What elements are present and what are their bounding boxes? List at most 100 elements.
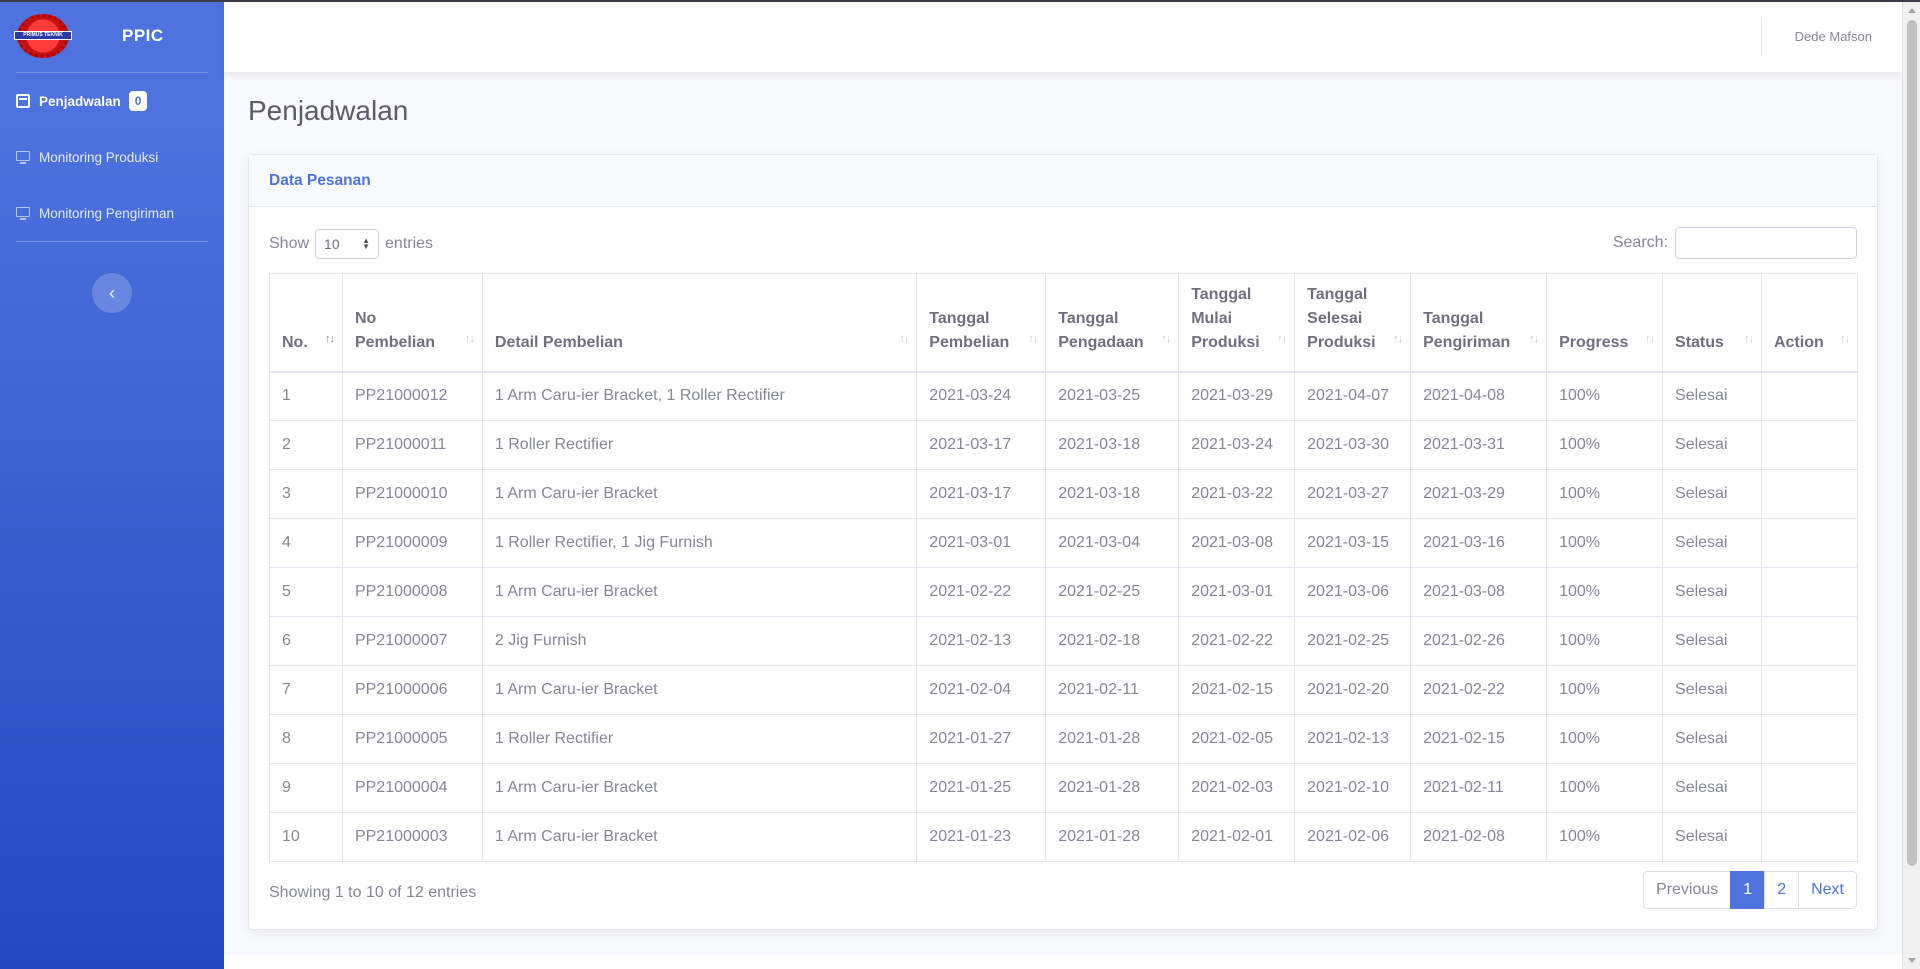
table-cell: Selesai	[1662, 616, 1762, 666]
table-cell: 2021-02-15	[1178, 665, 1296, 715]
brand-name: PPIC	[122, 26, 164, 45]
action-cell[interactable]	[1760, 714, 1859, 764]
previous-page-button[interactable]: Previous	[1643, 871, 1732, 909]
table-cell: 2021-02-01	[1178, 812, 1296, 862]
action-cell[interactable]	[1760, 763, 1859, 813]
action-cell[interactable]	[1760, 518, 1859, 568]
table-cell: PP21000008	[341, 567, 483, 617]
sidebar-brand[interactable]: PRIMUS TEKNIK PPIC	[0, 0, 224, 72]
column-header-label: Progress	[1559, 333, 1629, 351]
scroll-up-icon[interactable]	[1908, 8, 1916, 13]
monitor-icon	[16, 151, 30, 164]
table-row: 5 PP21000008 1 Arm Caru-ier Bracket 2021-02…	[269, 567, 1859, 617]
column-header-label: Selesai	[1307, 309, 1363, 327]
window-top-border	[0, 0, 1920, 2]
table-cell: 100%	[1546, 371, 1664, 421]
table-row: 9 PP21000004 1 Arm Caru-ier Bracket 2021-01…	[269, 763, 1859, 813]
action-cell[interactable]	[1760, 420, 1859, 470]
action-cell[interactable]	[1760, 812, 1859, 862]
table-cell: 2021-02-22	[916, 567, 1047, 617]
column-header[interactable]: Status ↑↓	[1662, 273, 1762, 372]
table-cell: 2021-03-18	[1045, 420, 1180, 470]
table-cell: 1 Arm Caru-ier Bracket, 1 Roller Rectifi…	[481, 371, 918, 421]
column-header-label: Pengiriman	[1423, 333, 1511, 351]
sidebar-item-monitoring-produksi[interactable]: Monitoring Produksi	[0, 129, 224, 185]
entries-select[interactable]: 10 ▲ ▼	[315, 229, 380, 259]
next-page-button[interactable]: Next	[1798, 871, 1857, 909]
table-cell: 2021-03-08	[1410, 567, 1548, 617]
topbar-divider	[1761, 18, 1762, 56]
table-cell: 2021-01-23	[916, 812, 1047, 862]
table-cell: 2021-02-26	[1410, 616, 1548, 666]
sidebar-item-monitoring-pengiriman[interactable]: Monitoring Pengiriman	[0, 185, 224, 241]
table-cell: 2021-02-25	[1294, 616, 1412, 666]
table-cell: 2021-02-22	[1178, 616, 1296, 666]
table-cell: 2021-02-10	[1294, 763, 1412, 813]
table-cell: 100%	[1546, 420, 1664, 470]
action-cell[interactable]	[1760, 567, 1859, 617]
table-cell: Selesai	[1662, 567, 1762, 617]
table-cell: 9	[269, 763, 343, 813]
column-header[interactable]: Tanggal Selesai Produksi ↑↓	[1294, 273, 1412, 372]
column-header[interactable]: Tanggal Mulai Produksi ↑↓	[1178, 273, 1296, 372]
user-menu[interactable]: Dede Mafson	[1795, 29, 1872, 44]
column-header[interactable]: Action ↑↓	[1760, 273, 1859, 372]
column-header-label: Tanggal	[1423, 309, 1484, 327]
action-cell[interactable]	[1760, 616, 1859, 666]
table-cell: 2021-01-28	[1045, 714, 1180, 764]
page-scrollbar[interactable]	[1902, 2, 1920, 969]
table-cell: 2021-02-18	[1045, 616, 1180, 666]
table-cell: 2021-01-28	[1045, 763, 1180, 813]
table-cell: 2021-03-01	[1178, 567, 1296, 617]
table-cell: Selesai	[1662, 763, 1762, 813]
column-header[interactable]: Tanggal Pengiriman ↑↓	[1410, 273, 1548, 372]
table-cell: 2021-02-20	[1294, 665, 1412, 715]
page-1-button[interactable]: 1	[1730, 871, 1766, 909]
table-cell: Selesai	[1662, 665, 1762, 715]
table-cell: 2021-03-24	[1178, 420, 1296, 470]
sidebar-item-penjadwalan[interactable]: Penjadwalan 0	[0, 73, 224, 129]
column-header[interactable]: Progress ↑↓	[1546, 273, 1664, 372]
chevron-left-icon: ‹	[109, 282, 115, 303]
column-header-label: Pembelian	[354, 333, 435, 351]
entries-control: Show 10 ▲ ▼ entries	[269, 229, 433, 259]
table-row: 8 PP21000005 1 Roller Rectifier 2021-01-27 2…	[269, 714, 1859, 764]
column-header[interactable]: Tanggal Pembelian ↑↓	[916, 273, 1047, 372]
entries-value: 10	[324, 236, 340, 252]
table-row: 3 PP21000010 1 Arm Caru-ier Bracket 2021-03…	[269, 469, 1859, 519]
scroll-thumb[interactable]	[1907, 20, 1917, 866]
table-cell: 100%	[1546, 714, 1664, 764]
table-cell: 100%	[1546, 763, 1664, 813]
table-cell: 2021-01-27	[916, 714, 1047, 764]
table-cell: PP21000011	[341, 420, 483, 470]
sidebar-toggle-button[interactable]: ‹	[92, 273, 132, 313]
table-cell: 100%	[1546, 616, 1664, 666]
monitor-icon	[16, 207, 30, 220]
column-header[interactable]: No Pembelian ↑↓	[341, 273, 483, 372]
scroll-down-icon[interactable]	[1908, 958, 1916, 963]
table-cell: 2021-02-04	[916, 665, 1047, 715]
table-cell: Selesai	[1662, 714, 1762, 764]
column-header[interactable]: No. ↑↓	[269, 273, 343, 372]
page-2-button[interactable]: 2	[1764, 871, 1800, 909]
table-cell: 2021-03-16	[1410, 518, 1548, 568]
table-header-row: No. ↑↓ No Pembelian ↑↓ Detail Pembelian ↑↓ Tang…	[269, 273, 1859, 372]
column-header-label: Tanggal	[929, 309, 990, 327]
column-header-label: Tanggal	[1307, 285, 1368, 303]
sort-icon: ↑↓	[1393, 332, 1403, 345]
table-cell: PP21000007	[341, 616, 483, 666]
table-row: 1 PP21000012 1 Arm Caru-ier Bracket, 1 Rol…	[269, 371, 1859, 421]
search-input[interactable]	[1675, 227, 1857, 259]
column-header[interactable]: Tanggal Pengadaan ↑↓	[1045, 273, 1180, 372]
action-cell[interactable]	[1760, 665, 1859, 715]
column-header-label: Tanggal	[1191, 285, 1252, 303]
sort-icon: ↑↓	[899, 332, 909, 345]
action-cell[interactable]	[1760, 469, 1859, 519]
table-cell: 2021-02-08	[1410, 812, 1548, 862]
table-cell: 2021-01-25	[916, 763, 1047, 813]
action-cell[interactable]	[1760, 371, 1859, 421]
column-header[interactable]: Detail Pembelian ↑↓	[481, 273, 918, 372]
table-cell: PP21000010	[341, 469, 483, 519]
table-cell: 2021-03-01	[916, 518, 1047, 568]
search-control: Search:	[1613, 227, 1857, 259]
